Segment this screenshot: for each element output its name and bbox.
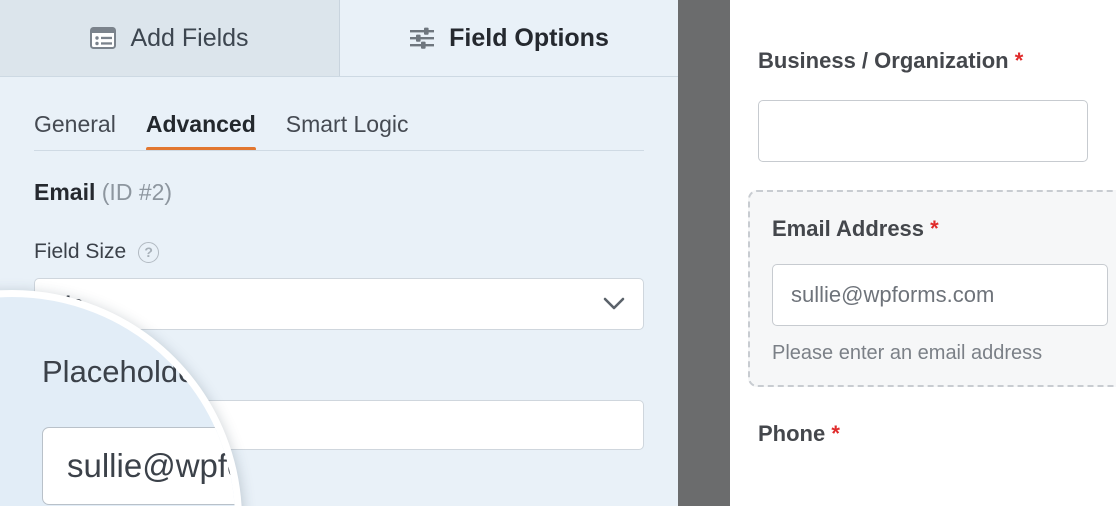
preview-field-email-label: Email Address * <box>772 216 1108 242</box>
preview-field-business-label-text: Business / Organization <box>758 48 1009 73</box>
panel-divider <box>678 0 730 506</box>
preview-field-phone-label-text: Phone <box>758 421 826 446</box>
required-asterisk: * <box>1014 48 1024 73</box>
field-options-subtabs: General Advanced Smart Logic <box>0 99 678 151</box>
preview-field-email[interactable]: Email Address * sullie@wpforms.com Pleas… <box>748 190 1116 387</box>
subtab-general[interactable]: General <box>34 111 116 151</box>
form-builder-screen: Add Fields Field Options General Advance… <box>0 0 1116 506</box>
subtab-smart-logic[interactable]: Smart Logic <box>286 111 409 151</box>
subtab-advanced[interactable]: Advanced <box>145 111 256 151</box>
preview-field-phone[interactable]: Phone * <box>758 421 1088 447</box>
field-heading-name: Email <box>34 179 96 205</box>
builder-tabbar: Add Fields Field Options <box>0 0 678 77</box>
placeholder-text-input[interactable]: sullie@wpforms.com <box>42 427 235 505</box>
form-preview-panel: Business / Organization * Email Address … <box>730 0 1116 506</box>
sliders-icon <box>409 27 435 49</box>
preview-field-email-label-text: Email Address <box>772 216 925 241</box>
required-asterisk: * <box>831 421 840 446</box>
preview-field-phone-label: Phone * <box>758 421 1088 447</box>
magnifier-content: Placeholder Text ? sullie@wpforms.com <box>7 297 235 506</box>
preview-field-business-input[interactable] <box>758 100 1088 162</box>
tab-add-fields-label: Add Fields <box>130 23 249 52</box>
field-options-panel: Add Fields Field Options General Advance… <box>0 0 678 506</box>
field-size-label: Field Size <box>34 240 127 263</box>
placeholder-text-label-row: Placeholder Text ? <box>42 354 235 390</box>
preview-field-business[interactable]: Business / Organization * <box>758 0 1088 162</box>
preview-field-email-description: Please enter an email address <box>772 342 1043 364</box>
preview-field-business-label: Business / Organization * <box>758 48 1088 74</box>
preview-field-email-input[interactable]: sullie@wpforms.com <box>772 264 1108 326</box>
preview-field-email-value: sullie@wpforms.com <box>791 282 995 307</box>
field-size-label-row: Field Size ? <box>34 240 644 264</box>
question-circle-icon[interactable]: ? <box>138 241 160 263</box>
form-list-icon <box>90 27 117 49</box>
placeholder-text-value: sullie@wpforms.com <box>67 447 235 484</box>
field-heading: Email (ID #2) <box>34 179 644 206</box>
tab-field-options-label: Field Options <box>449 23 609 52</box>
magnifier-lens: Placeholder Text ? sullie@wpforms.com <box>0 290 242 506</box>
placeholder-text-label: Placeholder Text <box>42 354 235 389</box>
field-heading-id: (ID #2) <box>101 179 173 205</box>
required-asterisk: * <box>930 216 939 241</box>
chevron-down-icon <box>603 297 625 311</box>
tab-field-options[interactable]: Field Options <box>340 0 678 76</box>
subtabs-divider <box>34 150 644 151</box>
tab-add-fields[interactable]: Add Fields <box>0 0 340 76</box>
